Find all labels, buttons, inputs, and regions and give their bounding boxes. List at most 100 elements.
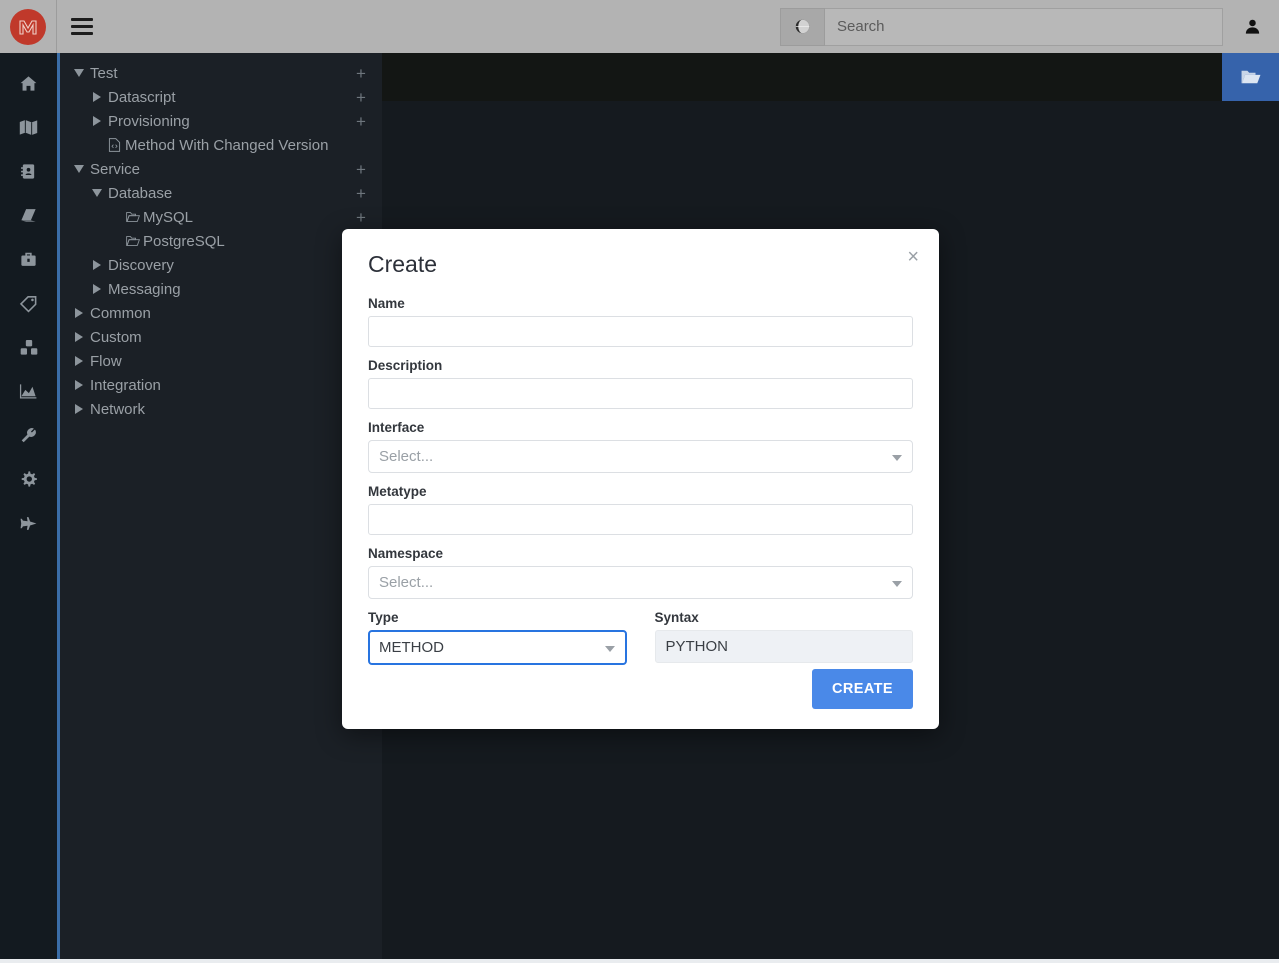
create-dialog: Create × Name Description Interface Sele… [342,229,939,729]
tree-item-flow[interactable]: Flow [60,349,382,373]
create-button[interactable]: CREATE [812,669,913,709]
caret-right-icon[interactable] [88,92,106,102]
add-child-button[interactable]: + [354,61,368,85]
namespace-field-group: Namespace Select... [368,546,913,599]
file-code-icon [106,138,123,152]
type-syntax-row: Type METHOD Syntax PYTHON [368,610,913,665]
sidebar-item-settings[interactable] [0,457,57,501]
user-icon [1245,19,1259,34]
tree-item-label: Messaging [108,280,181,298]
address-book-icon [21,163,35,179]
user-account-button[interactable] [1231,0,1279,53]
caret-right-icon[interactable] [70,356,88,366]
interface-label: Interface [368,420,425,435]
caret-right-icon[interactable] [88,260,106,270]
tree-item-method-with-changed-version[interactable]: Method With Changed Version [60,133,382,157]
caret-right-icon[interactable] [70,380,88,390]
tree-item-datascript[interactable]: Datascript + [60,85,382,109]
type-select-value: METHOD [379,639,444,656]
name-label: Name [368,296,405,311]
close-icon[interactable]: × [907,247,919,267]
dialog-footer: CREATE [812,669,913,709]
tree-item-label: Method With Changed Version [125,136,329,154]
sidebar-item-map[interactable] [0,105,57,149]
metatype-input[interactable] [368,504,913,535]
add-child-button[interactable]: + [354,157,368,181]
open-folder-button[interactable] [1222,53,1279,101]
name-input[interactable] [368,316,913,347]
tree-item-label: PostgreSQL [143,232,225,250]
tree-item-label: Provisioning [108,112,190,130]
sidebar-item-modules[interactable] [0,325,57,369]
syntax-field-group: Syntax PYTHON [654,610,913,665]
navigation-tree: Test + Datascript + Provisioning + Method With… [60,53,382,959]
caret-down-icon[interactable] [70,69,88,77]
add-child-button[interactable]: + [354,181,368,205]
tree-item-test[interactable]: Test + [60,61,382,85]
briefcase-icon [21,252,36,266]
caret-right-icon[interactable] [70,332,88,342]
tree-item-label: Database [108,184,173,202]
plane-icon [20,516,37,530]
wrench-icon [21,427,36,442]
tree-item-service[interactable]: Service + [60,157,382,181]
syntax-label: Syntax [654,610,699,625]
sidebar-item-home[interactable] [0,61,57,105]
namespace-select-value: Select... [379,574,434,591]
namespace-select[interactable]: Select... [368,566,913,599]
caret-down-icon[interactable] [70,165,88,173]
sidebar-item-deploy[interactable] [0,501,57,545]
add-child-button[interactable]: + [354,85,368,109]
add-child-button[interactable]: + [354,205,368,229]
folder-open-icon [125,236,140,246]
language-button[interactable] [780,7,825,46]
dialog-title: Create [368,251,438,277]
bottom-strip [0,959,1279,963]
sidebar-item-contacts[interactable] [0,149,57,193]
caret-right-icon[interactable] [70,308,88,318]
tree-item-discovery[interactable]: Discovery [60,253,382,277]
interface-select[interactable]: Select... [368,440,913,473]
globe-icon [795,19,810,34]
tag-icon [19,295,37,313]
tree-item-postgresql[interactable]: PostgreSQL [60,229,382,253]
caret-right-icon[interactable] [70,404,88,414]
metatype-label: Metatype [368,484,427,499]
tree-item-mysql[interactable]: MySQL + [60,205,382,229]
type-select[interactable]: METHOD [368,630,627,665]
folder-open-icon [124,235,141,247]
sidebar-item-library[interactable] [0,193,57,237]
search-area [780,7,1223,46]
app-logo[interactable] [0,0,57,53]
add-child-button[interactable]: + [354,109,368,133]
tree-item-label: Integration [90,376,161,394]
tree-item-provisioning[interactable]: Provisioning + [60,109,382,133]
tree-item-custom[interactable]: Custom [60,325,382,349]
tree-item-network[interactable]: Network [60,397,382,421]
cubes-icon [20,339,37,355]
caret-right-icon[interactable] [88,116,106,126]
sidebar-item-tags[interactable] [0,281,57,325]
search-input[interactable] [825,7,1223,46]
tree-item-label: Custom [90,328,142,346]
sidebar-item-tools[interactable] [0,413,57,457]
tree-item-common[interactable]: Common [60,301,382,325]
logo-m-icon [19,19,37,35]
home-icon [20,75,37,91]
sidebar-item-analytics[interactable] [0,369,57,413]
sidebar-item-business[interactable] [0,237,57,281]
name-field-group: Name [368,296,913,347]
tree-item-label: Service [90,160,141,178]
tree-item-integration[interactable]: Integration [60,373,382,397]
tree-item-database[interactable]: Database + [60,181,382,205]
description-field-group: Description [368,358,913,409]
editor-toolbar [382,53,1279,101]
caret-down-icon[interactable] [88,189,106,197]
caret-right-icon[interactable] [88,284,106,294]
folder-open-icon [124,211,141,223]
tree-item-messaging[interactable]: Messaging [60,277,382,301]
book-icon [21,208,36,222]
menu-toggle-button[interactable] [57,0,107,53]
description-input[interactable] [368,378,913,409]
chevron-down-icon [892,454,902,461]
